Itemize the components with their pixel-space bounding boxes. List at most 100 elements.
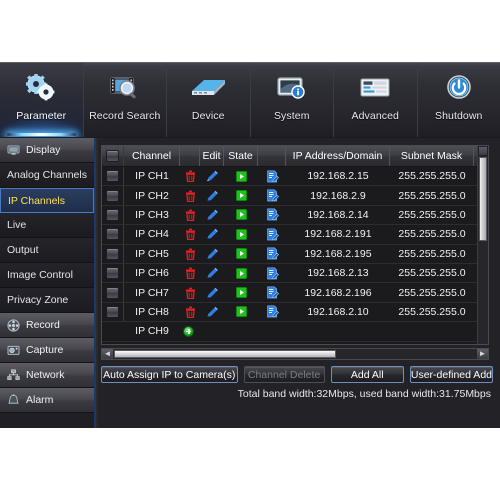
checkbox-icon xyxy=(106,189,119,202)
table-row[interactable]: IP CH6 192.168.2.13 255.255.255.0 9988 xyxy=(102,263,488,284)
auto-assign-ip-button[interactable]: Auto Assign IP to Camera(s) xyxy=(101,366,238,383)
sidebar-item-analog-channels[interactable]: Analog Channels xyxy=(0,163,94,188)
edit-channel-button[interactable] xyxy=(200,267,224,279)
cell-ip-address: 192.168.2.14 xyxy=(307,208,369,221)
scrollbar-thumb[interactable] xyxy=(479,157,487,241)
cell-ip-address: 192.168.2.13 xyxy=(307,267,369,280)
state-play-button[interactable] xyxy=(224,209,258,221)
sidebar-item-ip-channels[interactable]: IP Channels xyxy=(0,188,94,213)
delete-channel-button[interactable] xyxy=(180,228,200,241)
row-checkbox[interactable] xyxy=(102,225,124,244)
cell-subnet-mask: 255.255.255.0 xyxy=(398,208,466,221)
state-play-button[interactable] xyxy=(224,267,258,279)
delete-channel-button[interactable] xyxy=(180,190,200,202)
edit-channel-button[interactable] xyxy=(200,209,224,221)
row-checkbox[interactable] xyxy=(102,302,124,322)
config-channel-button[interactable] xyxy=(258,170,286,183)
toolbar-item-record-search[interactable]: Record Search xyxy=(84,63,167,137)
edit-channel-button[interactable] xyxy=(200,190,224,202)
table-vertical-scrollbar[interactable] xyxy=(477,146,488,344)
table-row[interactable]: IP CH5 192.168.2.195 255.255.255.0 9988 xyxy=(102,244,488,264)
sidebar-item-record[interactable]: Record xyxy=(0,313,94,338)
state-play-button[interactable] xyxy=(224,228,258,240)
checkbox-icon xyxy=(106,286,119,299)
row-checkbox[interactable] xyxy=(102,244,124,263)
toolbar-item-system[interactable]: System xyxy=(251,63,334,137)
state-play-button[interactable] xyxy=(224,306,258,318)
select-all-checkbox[interactable] xyxy=(102,146,124,166)
state-play-button[interactable] xyxy=(224,287,258,299)
table-row[interactable]: IP CH2 192.168.2.9 255.255.255.0 9988 xyxy=(102,186,488,206)
config-channel-button[interactable] xyxy=(258,189,286,202)
edit-channel-button[interactable] xyxy=(200,170,224,182)
table-row[interactable]: IP CH9 xyxy=(102,322,488,342)
toolbar-item-shutdown[interactable]: Shutdown xyxy=(418,63,500,137)
sidebar-item-capture[interactable]: Capture xyxy=(0,338,94,363)
config-channel-button[interactable] xyxy=(258,267,286,280)
table-header-row: Channel Edit State IP Address/Domain Sub… xyxy=(102,146,488,167)
edit-channel-button[interactable] xyxy=(200,287,224,299)
edit-channel-button[interactable] xyxy=(200,228,224,240)
delete-channel-button[interactable] xyxy=(180,287,200,299)
table-row[interactable]: IP CH4 192.168.2.191 255.255.255.0 9988 xyxy=(102,225,488,245)
config-channel-button[interactable] xyxy=(258,286,286,299)
toolbar-item-parameter[interactable]: Parameter xyxy=(0,63,84,137)
delete-channel-button[interactable] xyxy=(180,306,200,318)
sidebar-item-label: Alarm xyxy=(26,394,54,406)
row-checkbox[interactable] xyxy=(102,263,124,283)
channel-delete-button[interactable]: Channel Delete xyxy=(243,366,325,383)
row-checkbox[interactable] xyxy=(102,167,124,186)
cell-channel: IP CH7 xyxy=(135,286,169,299)
scroll-left-arrow[interactable]: ◄ xyxy=(102,349,113,359)
sidebar-item-output[interactable]: Output xyxy=(0,238,94,263)
table-row[interactable]: IP CH3 192.168.2.14 255.255.255.0 9988 xyxy=(102,205,488,226)
scrollbar-thumb[interactable] xyxy=(114,350,336,358)
row-checkbox[interactable] xyxy=(102,205,124,225)
toolbar-item-label: Parameter xyxy=(16,110,67,122)
row-checkbox[interactable] xyxy=(102,186,124,205)
delete-channel-button[interactable] xyxy=(180,267,200,280)
toolbar-item-advanced[interactable]: Advanced xyxy=(334,63,418,137)
sidebar-item-display[interactable]: Display xyxy=(0,138,94,163)
edit-channel-button[interactable] xyxy=(200,248,224,260)
sidebar-item-label: Record xyxy=(26,319,60,331)
state-play-button[interactable] xyxy=(224,170,258,182)
sidebar-item-network[interactable]: Network xyxy=(0,363,94,388)
config-channel-button[interactable] xyxy=(258,305,286,318)
sidebar-item-label: Network xyxy=(26,369,65,381)
table-row[interactable]: IP CH10 xyxy=(102,342,488,344)
table-row[interactable]: IP CH1 192.168.2.15 255.255.255.0 9988 xyxy=(102,167,488,187)
sidebar-item-label: Privacy Zone xyxy=(7,294,69,306)
checkbox-icon xyxy=(106,150,119,162)
add-channel-button[interactable] xyxy=(183,325,194,337)
sidebar-item-alarm[interactable]: Alarm xyxy=(0,388,94,413)
column-header-subnet: Subnet Mask xyxy=(390,146,474,166)
config-channel-button[interactable] xyxy=(258,247,286,260)
state-play-button[interactable] xyxy=(224,248,258,260)
config-channel-button[interactable] xyxy=(258,208,286,221)
cell-channel: IP CH1 xyxy=(135,170,169,183)
scroll-up-arrow[interactable] xyxy=(478,146,488,156)
toolbar-item-label: Record Search xyxy=(89,110,161,122)
toolbar-item-device[interactable]: Device xyxy=(167,63,251,137)
user-defined-add-button[interactable]: User-defined Add xyxy=(409,366,493,383)
add-all-button[interactable]: Add All xyxy=(330,366,404,383)
table-row[interactable]: IP CH7 192.168.2.196 255.255.255.0 9988 xyxy=(102,283,488,303)
table-horizontal-scrollbar[interactable]: ◄ ► xyxy=(101,348,489,360)
ip-channel-table: Channel Edit State IP Address/Domain Sub… xyxy=(101,145,489,345)
delete-channel-button[interactable] xyxy=(180,170,200,183)
cell-subnet-mask: 255.255.255.0 xyxy=(398,305,466,318)
scroll-right-arrow[interactable]: ► xyxy=(477,349,488,359)
sidebar-item-privacy-zone[interactable]: Privacy Zone xyxy=(0,288,94,313)
sidebar-item-live[interactable]: Live xyxy=(0,213,94,238)
checkbox-icon xyxy=(106,305,119,318)
state-play-button[interactable] xyxy=(224,190,258,202)
checkbox-icon xyxy=(106,170,119,183)
sidebar-item-image-control[interactable]: Image Control xyxy=(0,263,94,288)
delete-channel-button[interactable] xyxy=(180,209,200,222)
row-checkbox[interactable] xyxy=(102,283,124,302)
edit-channel-button[interactable] xyxy=(200,306,224,318)
table-row[interactable]: IP CH8 192.168.2.10 255.255.255.0 9988 xyxy=(102,302,488,323)
delete-channel-button[interactable] xyxy=(180,248,200,260)
config-channel-button[interactable] xyxy=(258,228,286,241)
